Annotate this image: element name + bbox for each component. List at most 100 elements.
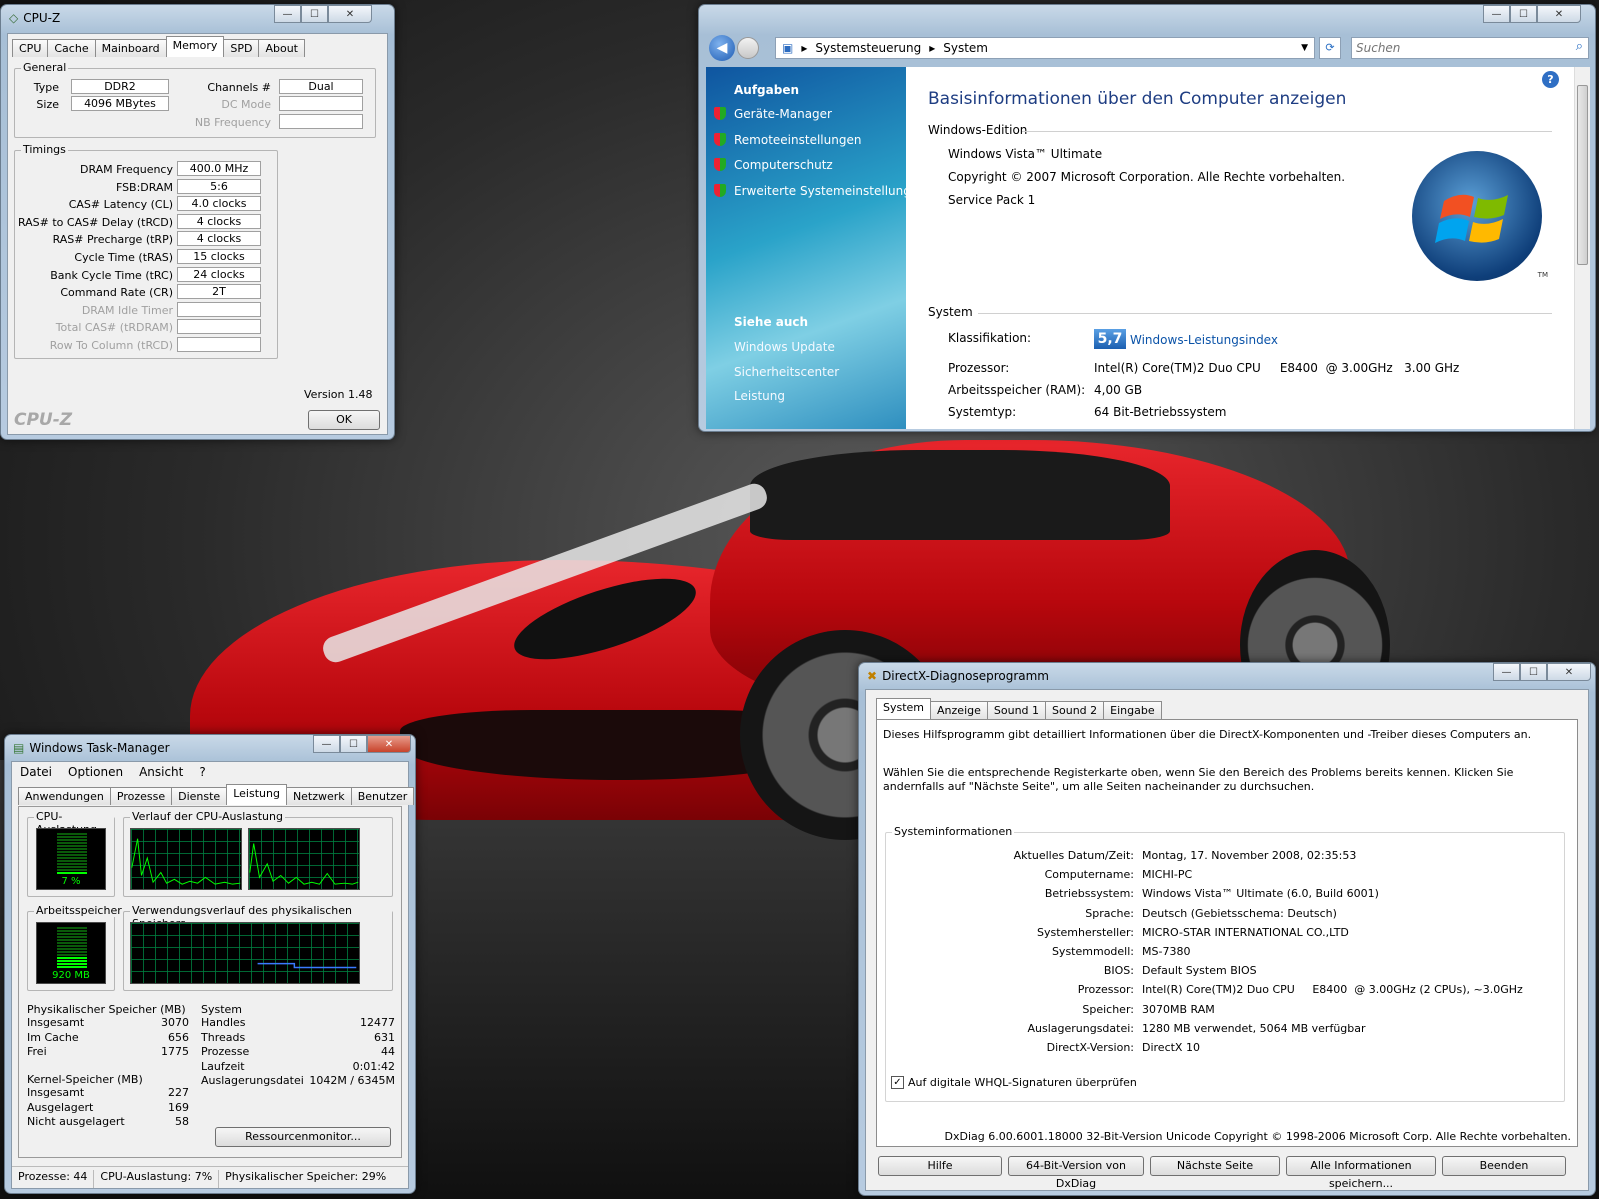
scrollbar-thumb[interactable]	[1577, 85, 1588, 265]
tab-netzwerk[interactable]: Netzwerk	[285, 787, 352, 805]
tab-sound-1[interactable]: Sound 1	[986, 701, 1047, 719]
resource-monitor-button[interactable]: Ressourcenmonitor...	[215, 1127, 391, 1147]
maximize-button[interactable]: ☐	[340, 735, 367, 753]
menu-optionen[interactable]: Optionen	[68, 765, 123, 779]
sysinfo-label: Auslagerungsdatei:	[1027, 1021, 1134, 1035]
rating-label: Klassifikation:	[948, 331, 1032, 345]
minimize-button[interactable]: —	[274, 5, 301, 23]
see-also-link[interactable]: Leistung	[734, 389, 785, 403]
edition-value: Windows Vista™ Ultimate	[948, 147, 1103, 161]
tab-mainboard[interactable]: Mainboard	[94, 39, 167, 57]
search-box[interactable]: ⌕	[1351, 37, 1589, 59]
tab-benutzer[interactable]: Benutzer	[350, 787, 415, 805]
dxdiag-intro: Dieses Hilfsprogramm gibt detailliert In…	[883, 728, 1532, 741]
task-link[interactable]: Computerschutz	[734, 158, 833, 172]
task-link[interactable]: Geräte-Manager	[734, 107, 832, 121]
menu-help[interactable]: ?	[199, 765, 205, 779]
tab-system[interactable]: System	[876, 698, 932, 719]
tab-cache[interactable]: Cache	[47, 39, 96, 57]
timing-value	[177, 319, 261, 335]
whql-checkbox[interactable]: ✓	[891, 1076, 904, 1089]
refresh-icon[interactable]: ⟳	[1319, 37, 1341, 59]
next-page-button[interactable]: Nächste Seite	[1150, 1156, 1280, 1176]
rating-badge[interactable]: 5,7	[1094, 329, 1126, 349]
sysinfo-label: Aktuelles Datum/Zeit:	[1013, 849, 1134, 862]
whql-checkbox-row[interactable]: ✓ Auf digitale WHQL-Signaturen überprüfe…	[891, 1076, 1137, 1089]
close-button[interactable]: ✕	[1547, 663, 1591, 681]
dxdiag-64bit-button[interactable]: 64-Bit-Version von DxDiag	[1008, 1156, 1144, 1190]
close-button[interactable]: ✕	[367, 735, 411, 753]
copyright-text: Copyright © 2007 Microsoft Corporation. …	[948, 170, 1346, 184]
tab-prozesse[interactable]: Prozesse	[109, 787, 173, 805]
control-panel-icon: ▣	[782, 41, 794, 55]
breadcrumb-system[interactable]: System	[943, 41, 988, 55]
meter-segment	[57, 939, 87, 941]
taskmgr-window[interactable]: ▤ Windows Task-Manager — ☐ ✕ Datei Optio…	[4, 734, 416, 1194]
stat-label: Nicht ausgelagert	[27, 1115, 125, 1128]
system-content: Basisinformationen über den Computer anz…	[906, 67, 1574, 429]
minimize-button[interactable]: —	[1483, 5, 1510, 23]
type-value: DDR2	[71, 79, 169, 94]
cpuz-version: Version 1.48	[304, 388, 373, 401]
tab-memory[interactable]: Memory	[165, 36, 225, 57]
forward-button[interactable]	[737, 37, 759, 59]
ok-button[interactable]: OK	[308, 410, 380, 430]
help-icon[interactable]: ?	[1542, 71, 1559, 88]
save-all-info-button[interactable]: Alle Informationen speichern...	[1286, 1156, 1436, 1190]
chevron-down-icon[interactable]: ▼	[1301, 43, 1308, 53]
tab-anwendungen[interactable]: Anwendungen	[18, 787, 111, 805]
address-bar[interactable]: ▣ ▸ Systemsteuerung ▸ System ▼	[775, 37, 1315, 59]
close-button[interactable]: ✕	[1537, 5, 1581, 23]
dxdiag-page: Dieses Hilfsprogramm gibt detailliert In…	[876, 719, 1578, 1147]
tab-dienste[interactable]: Dienste	[171, 787, 228, 805]
dcmode-label: DC Mode	[221, 98, 271, 111]
breadcrumb-systemsteuerung[interactable]: Systemsteuerung	[815, 41, 921, 55]
dxdiag-window[interactable]: ✖ DirectX-Diagnoseprogramm — ☐ ✕ System …	[858, 662, 1596, 1196]
cpuz-titlebar[interactable]: ◇ CPU-Z	[9, 9, 60, 27]
search-input[interactable]	[1352, 38, 1552, 58]
tab-anzeige[interactable]: Anzeige	[930, 701, 988, 719]
see-also-link[interactable]: Windows Update	[734, 340, 835, 354]
maximize-button[interactable]: ☐	[1520, 663, 1547, 681]
search-icon[interactable]: ⌕	[1576, 39, 1583, 54]
vertical-scrollbar[interactable]	[1574, 67, 1590, 429]
tab-cpu[interactable]: CPU	[12, 39, 49, 57]
task-link[interactable]: Remoteeinstellungen	[734, 133, 861, 147]
minimize-button[interactable]: —	[313, 735, 340, 753]
back-button[interactable]: ◀	[709, 35, 735, 61]
tab-about[interactable]: About	[258, 39, 305, 57]
meter-segment	[57, 963, 87, 965]
menu-ansicht[interactable]: Ansicht	[139, 765, 183, 779]
directx-icon: ✖	[867, 669, 878, 683]
meter-segment	[57, 872, 87, 874]
sysinfo-value: Windows Vista™ Ultimate (6.0, Build 6001…	[1142, 887, 1379, 901]
tab-eingabe[interactable]: Eingabe	[1103, 701, 1162, 719]
sysinfo-label: BIOS:	[1103, 964, 1134, 978]
meter-segment	[57, 942, 87, 944]
cpuz-window[interactable]: ◇ CPU-Z — ☐ ✕ CPU Cache Mainboard Memory…	[0, 4, 395, 440]
maximize-button[interactable]: ☐	[1510, 5, 1537, 23]
maximize-button[interactable]: ☐	[301, 5, 328, 23]
system-window[interactable]: — ☐ ✕ ◀ ▣ ▸ Systemsteuerung ▸ System ▼ ⟳…	[698, 4, 1596, 432]
see-also-link[interactable]: Sicherheitscenter	[734, 365, 839, 379]
cpuz-app-icon: ◇	[9, 11, 19, 25]
dcmode-value	[279, 96, 363, 111]
tab-sound-2[interactable]: Sound 2	[1045, 701, 1105, 719]
exit-button[interactable]: Beenden	[1442, 1156, 1566, 1176]
tab-leistung[interactable]: Leistung	[226, 784, 287, 805]
shield-icon	[714, 132, 726, 146]
performance-index-link[interactable]: Windows-Leistungsindex	[1130, 333, 1278, 347]
taskmgr-menubar: Datei Optionen Ansicht ?	[12, 762, 408, 782]
menu-datei[interactable]: Datei	[20, 765, 52, 779]
meter-segment	[57, 948, 87, 950]
size-value: 4096 MBytes	[71, 96, 169, 111]
taskmgr-titlebar[interactable]: ▤ Windows Task-Manager	[13, 739, 170, 757]
minimize-button[interactable]: —	[1493, 663, 1520, 681]
dxdiag-titlebar[interactable]: ✖ DirectX-Diagnoseprogramm	[867, 667, 1049, 685]
help-button[interactable]: Hilfe	[878, 1156, 1002, 1176]
tab-spd[interactable]: SPD	[223, 39, 260, 57]
timing-value	[177, 337, 261, 352]
timing-label: CAS# Latency (CL)	[68, 198, 173, 212]
close-button[interactable]: ✕	[328, 5, 372, 23]
task-link[interactable]: Erweiterte Systemeinstellungen	[734, 184, 926, 198]
